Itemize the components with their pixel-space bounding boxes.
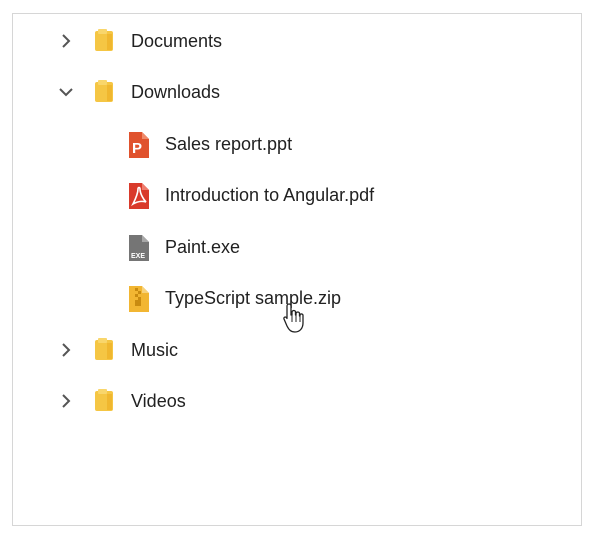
tree-node-typescript-zip[interactable]: TypeScript sample.zip [13, 278, 581, 318]
chevron-down-icon[interactable] [56, 82, 76, 102]
tree-node-sales-report[interactable]: P Sales report.ppt [13, 124, 581, 164]
svg-text:EXE: EXE [131, 253, 145, 260]
tree-node-label: Introduction to Angular.pdf [165, 185, 375, 205]
chevron-right-icon[interactable] [56, 31, 76, 51]
chevron-right-icon[interactable] [56, 391, 76, 411]
tree-node-music[interactable]: Music [13, 330, 581, 370]
chevron-right-icon[interactable] [56, 340, 76, 360]
folder-icon [92, 79, 116, 105]
tree-node-label: Videos [131, 391, 186, 411]
tree-node-label: Paint.exe [165, 237, 241, 257]
tree-node-videos[interactable]: Videos [13, 381, 581, 421]
zip-file-icon [127, 285, 151, 312]
tree-node-paint-exe[interactable]: EXE Paint.exe [13, 227, 581, 267]
tree-node-label: Documents [131, 31, 223, 51]
ppt-file-icon: P [127, 131, 151, 158]
tree-node-documents[interactable]: Documents [13, 21, 581, 61]
tree-node-label: TypeScript sample.zip [165, 288, 342, 308]
tree-node-label: Sales report.ppt [165, 134, 293, 154]
tree-node-downloads[interactable]: Downloads [13, 72, 581, 112]
exe-file-icon: EXE [127, 234, 151, 261]
tree-node-label: Downloads [131, 82, 221, 102]
file-tree-panel: Documents Downloads P Sales report.ppt I… [12, 13, 582, 526]
tree-node-label: Music [131, 340, 179, 360]
folder-icon [92, 388, 116, 414]
tree-node-angular-pdf[interactable]: Introduction to Angular.pdf [13, 175, 581, 215]
folder-icon [92, 337, 116, 363]
pdf-file-icon [127, 182, 151, 209]
folder-icon [92, 28, 116, 54]
svg-text:P: P [132, 140, 142, 157]
